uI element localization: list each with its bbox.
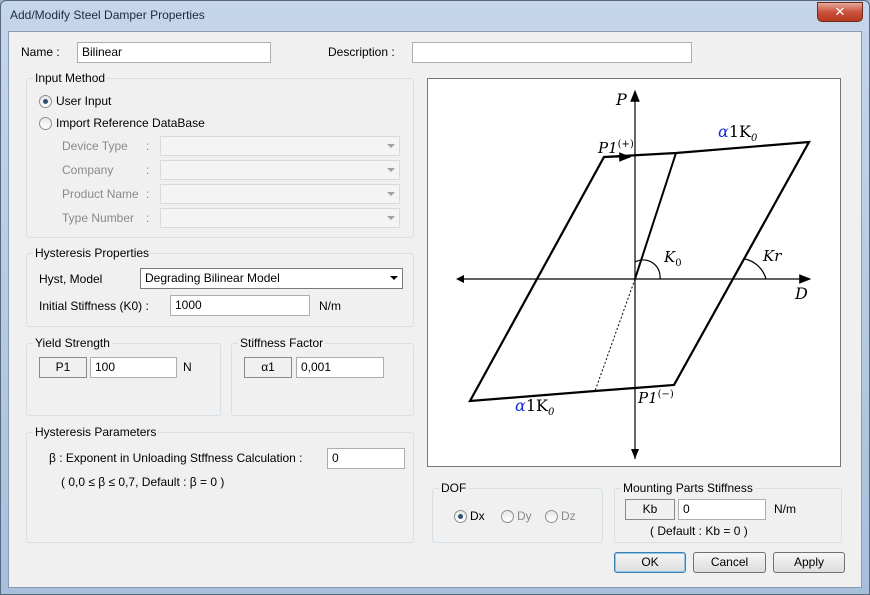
d-axis-label: D — [794, 284, 808, 303]
apply-button[interactable]: Apply — [773, 552, 845, 573]
device-type-select[interactable] — [160, 136, 400, 156]
kb-field[interactable]: 0 — [678, 499, 766, 520]
dialog-window: Add/Modify Steel Damper Properties ✕ Nam… — [0, 0, 870, 595]
type-number-colon: : — [146, 211, 150, 225]
company-select[interactable] — [160, 160, 400, 180]
description-label: Description : — [328, 45, 395, 59]
type-number-select[interactable] — [160, 208, 400, 228]
dof-title: DOF — [439, 481, 469, 495]
p1-minus-sup: (−) — [658, 389, 674, 400]
company-label: Company — [62, 163, 114, 177]
k0-text: K — [663, 248, 676, 266]
kb-symbol: Kb — [625, 499, 675, 520]
beta-label: β : Exponent in Unloading Stffness Calcu… — [49, 451, 303, 465]
user-input-radio[interactable] — [39, 95, 52, 108]
alpha-top-label: α1K0 — [718, 122, 758, 144]
yield-strength-title: Yield Strength — [33, 336, 112, 350]
chevron-down-icon — [387, 216, 395, 220]
yield-strength-field[interactable]: 100 — [90, 357, 177, 378]
p1-plus-text: P1 — [597, 139, 618, 157]
alpha1-symbol: α1 — [244, 357, 292, 378]
k0-sub: 0 — [675, 258, 681, 269]
hysteresis-diagram: P D P1(+) P1(−) α1K0 α1K0 K0 Kr — [456, 89, 812, 459]
beta-field[interactable]: 0 — [327, 448, 405, 469]
ok-button[interactable]: OK — [614, 552, 686, 573]
p1-minus-text: P1 — [637, 389, 658, 407]
chevron-down-icon — [387, 168, 395, 172]
p1-symbol: P1 — [39, 357, 87, 378]
alpha-bottom-sub: 0 — [548, 407, 555, 418]
p-axis-label: P — [615, 90, 627, 109]
dof-dz-label[interactable]: Dz — [561, 509, 576, 523]
beta-note: ( 0,0 ≤ β ≤ 0,7, Default : β = 0 ) — [61, 475, 225, 489]
alpha-bottom-label: α1K0 — [515, 396, 555, 418]
hysteresis-parameters-title: Hysteresis Parameters — [33, 425, 159, 439]
product-name-select[interactable] — [160, 184, 400, 204]
yield-strength-group: Yield Strength — [26, 336, 221, 416]
user-input-label[interactable]: User Input — [56, 94, 111, 108]
alpha-top-text: 1K — [729, 122, 752, 141]
chevron-down-icon — [387, 144, 395, 148]
name-label: Name : — [21, 45, 60, 59]
cancel-button[interactable]: Cancel — [693, 552, 766, 573]
import-database-label[interactable]: Import Reference DataBase — [56, 116, 205, 130]
initial-stiffness-dashed — [594, 278, 636, 392]
stiffness-factor-group: Stiffness Factor — [231, 336, 414, 416]
chevron-down-icon — [390, 276, 398, 280]
dof-dx-radio[interactable] — [454, 510, 467, 523]
type-number-label: Type Number — [62, 211, 135, 225]
hyst-model-select[interactable]: Degrading Bilinear Model — [140, 268, 403, 289]
alpha-top-sub: 0 — [751, 133, 758, 144]
d-axis-left-arrow — [456, 275, 464, 283]
title-bar[interactable]: Add/Modify Steel Damper Properties ✕ — [1, 1, 869, 31]
hyst-model-label: Hyst, Model — [39, 272, 103, 286]
p-axis-bottom-arrow — [631, 449, 639, 459]
initial-stiffness-field[interactable]: 1000 — [170, 295, 310, 316]
close-button[interactable]: ✕ — [817, 2, 863, 22]
yield-strength-unit: N — [183, 360, 192, 374]
device-type-colon: : — [146, 139, 150, 153]
initial-stiffness-label: Initial Stiffness (K0) : — [39, 299, 149, 313]
dof-dx-label[interactable]: Dx — [470, 509, 485, 523]
device-type-label: Device Type — [62, 139, 128, 153]
kb-unit: N/m — [774, 502, 796, 516]
p1-plus-sup: (+) — [618, 139, 634, 150]
product-name-colon: : — [146, 187, 150, 201]
kb-note: ( Default : Kb = 0 ) — [650, 524, 748, 538]
stiffness-factor-field[interactable]: 0,001 — [296, 357, 384, 378]
hysteresis-loop — [468, 140, 811, 403]
chevron-down-icon — [387, 192, 395, 196]
name-field[interactable]: Bilinear — [77, 42, 271, 63]
kr-label: Kr — [762, 247, 782, 265]
alpha-bottom-symbol: α — [515, 396, 526, 415]
dof-dy-radio[interactable] — [501, 510, 514, 523]
company-colon: : — [146, 163, 150, 177]
alpha-bottom-text: 1K — [526, 396, 549, 415]
alpha-top-symbol: α — [718, 122, 729, 141]
import-database-radio[interactable] — [39, 117, 52, 130]
mounting-stiffness-title: Mounting Parts Stiffness — [621, 481, 755, 495]
k0-label: K0 — [663, 248, 682, 269]
dof-dz-radio[interactable] — [545, 510, 558, 523]
input-method-title: Input Method — [33, 71, 108, 85]
initial-stiffness-unit: N/m — [319, 299, 341, 313]
hyst-model-value: Degrading Bilinear Model — [145, 271, 280, 285]
hysteresis-properties-title: Hysteresis Properties — [33, 246, 152, 260]
stiffness-factor-title: Stiffness Factor — [238, 336, 326, 350]
p1-plus-label: P1(+) — [597, 139, 634, 157]
p1-minus-label: P1(−) — [637, 389, 674, 407]
dialog-body: Name : Bilinear Description : Input Meth… — [8, 31, 862, 588]
product-name-label: Product Name — [62, 187, 139, 201]
hysteresis-graph: P D P1(+) P1(−) α1K0 α1K0 K0 Kr — [427, 78, 841, 467]
description-field[interactable] — [412, 42, 692, 63]
window-title: Add/Modify Steel Damper Properties — [10, 8, 205, 22]
dof-dy-label[interactable]: Dy — [517, 509, 532, 523]
